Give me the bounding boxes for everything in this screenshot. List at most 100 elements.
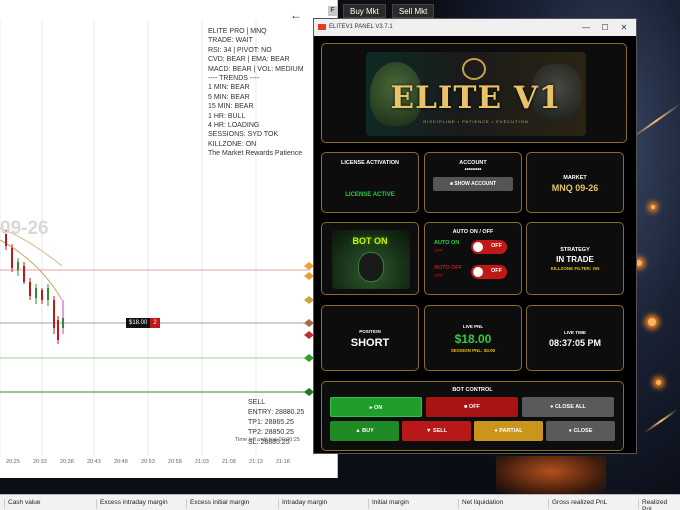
info-line: ELITE PRO | MNQ: [208, 28, 267, 35]
indicator-info: ELITE PRO | MNQ TRADE: WAIT RSI: 34 | PIVO…: [208, 27, 304, 158]
info-line: SESSIONS: SYD TOK: [208, 131, 279, 139]
time-title: LIVE TIME: [563, 330, 586, 335]
toggle-state: OFF: [491, 268, 502, 274]
position-qty: 2: [150, 318, 160, 328]
auto-off-sub: OFF: [434, 273, 443, 278]
bot-control-card: BOT CONTROL ▸ ON ■ OFF ● CLOSE ALL ▲ BUY…: [321, 381, 624, 451]
bar-timer: Time left until bar 00:00:25: [235, 437, 300, 443]
account-title: ACCOUNT: [459, 160, 487, 166]
market-value: MNQ 09-26: [551, 183, 599, 193]
off-button[interactable]: ■ OFF: [426, 397, 518, 417]
strategy-sub: KILLZONE FILTER: ON: [550, 266, 600, 271]
info-line: 1 HR: BULL: [208, 112, 246, 120]
account-masked: ••••••••: [464, 167, 482, 173]
auto-off-toggle[interactable]: OFF: [471, 265, 507, 279]
close-all-button[interactable]: ● CLOSE ALL: [522, 397, 614, 417]
toggle-knob: [473, 267, 483, 277]
sell-market-button[interactable]: Sell Mkt: [391, 4, 435, 18]
reaper-icon: [358, 252, 384, 282]
time-card: LIVE TIME 08:37:05 PM: [526, 305, 624, 371]
info-line: The Market Rewards Patience: [208, 150, 303, 158]
position-price: $18.00: [126, 318, 151, 328]
order-line: ENTRY: 28880.25: [248, 409, 305, 416]
strategy-value: IN TRADE: [556, 255, 594, 264]
status-cell: Cash value: [4, 499, 41, 509]
position-title: POSITION: [359, 329, 381, 334]
time-tick-label: 20:48: [114, 459, 128, 465]
time-tick-label: 21:18: [276, 459, 290, 465]
info-line: 4 HR: LOADING: [208, 121, 260, 129]
time-tick-label: 20:58: [168, 459, 182, 465]
auto-on-label: AUTO ON: [434, 240, 460, 246]
partial-button[interactable]: ● PARTIAL: [474, 421, 543, 441]
status-cell: Excess initial margin: [186, 499, 249, 509]
buy-button[interactable]: ▲ BUY: [330, 421, 399, 441]
brand-banner: ELITE V1 DISCIPLINE • PATIENCE • EXECUTI…: [321, 43, 627, 143]
pnl-card: LIVE PNL $18.00 SESSION PNL: $0.00: [424, 305, 522, 371]
bot-control-title: BOT CONTROL: [452, 387, 493, 393]
status-cell: Excess intraday margin: [96, 499, 168, 509]
auto-title: AUTO ON / OFF: [452, 229, 494, 235]
info-line: RSI: 34 | PIVOT: NO: [208, 46, 272, 54]
on-button[interactable]: ▸ ON: [330, 397, 422, 417]
status-cell: Gross realized PnL: [548, 499, 607, 509]
order-toolbar: F Buy Mkt Sell Mkt: [328, 4, 435, 18]
info-line: KILLZONE: ON: [208, 140, 257, 148]
character-art: [496, 456, 606, 494]
time-tick-label: 20:43: [87, 459, 101, 465]
f-key-button[interactable]: F: [328, 6, 337, 16]
license-status: LICENSE ACTIVE: [345, 192, 395, 198]
strategy-card: STRATEGY IN TRADE KILLZONE FILTER: ON: [526, 222, 624, 295]
account-status-bar: Cash value Excess intraday margin Excess i…: [0, 494, 680, 510]
close-icon[interactable]: ✕: [614, 19, 634, 36]
toggle-knob: [473, 242, 483, 252]
license-title: LICENSE ACTIVATION: [341, 160, 399, 166]
status-cell: Realized PnL: [638, 499, 680, 510]
time-tick-label: 21:13: [249, 459, 263, 465]
info-line: 1 MIN: BEAR: [208, 84, 250, 92]
market-card: MARKET MNQ 09-26: [526, 152, 624, 213]
time-tick-label: 20:33: [33, 459, 47, 465]
pnl-value: $18.00: [454, 332, 492, 346]
time-tick-label: 21:03: [195, 459, 209, 465]
bot-status-card: BOT ON: [321, 222, 419, 295]
bot-status-label: BOT ON: [352, 236, 388, 246]
strategy-title: STRATEGY: [560, 247, 590, 253]
info-line: TRADE: WAIT: [208, 37, 253, 45]
position-value: SHORT: [350, 337, 390, 349]
pnl-title: LIVE PNL: [462, 324, 484, 329]
brand-tagline: DISCIPLINE • PATIENCE • EXECUTION: [423, 119, 529, 124]
candles: [5, 230, 64, 344]
panel-title: ELITEV1 PANEL V3.7.1: [329, 24, 393, 30]
crown-emblem-icon: [462, 58, 486, 80]
sell-button[interactable]: ▼ SELL: [402, 421, 471, 441]
auto-card: AUTO ON / OFF AUTO ON OFF OFF AUTO OFF O…: [424, 222, 522, 295]
buy-market-button[interactable]: Buy Mkt: [343, 4, 386, 18]
license-card: LICENSE ACTIVATION LICENSE ACTIVE: [321, 152, 419, 213]
toggle-state: OFF: [491, 243, 502, 249]
price-chart[interactable]: 09-26 ELITE PRO | MNQ TRADE: WAIT RSI: 34 …: [0, 0, 338, 478]
instrument-watermark: 09-26: [0, 218, 49, 239]
info-line: MACD: BEAR | VOL: MEDIUM: [208, 65, 304, 73]
minimize-icon[interactable]: —: [576, 19, 596, 36]
order-line: TP1: 28865.25: [248, 419, 294, 426]
panel-titlebar[interactable]: ELITEV1 PANEL V3.7.1 — ☐ ✕: [314, 19, 636, 36]
screen: 09-26 ELITE PRO | MNQ TRADE: WAIT RSI: 34 …: [0, 0, 680, 510]
status-cell: Intraday margin: [278, 499, 327, 509]
account-card: ACCOUNT •••••••• ■ SHOW ACCOUNT: [424, 152, 522, 213]
maximize-icon[interactable]: ☐: [595, 19, 615, 36]
show-account-button[interactable]: ■ SHOW ACCOUNT: [433, 177, 513, 191]
market-title: MARKET: [563, 175, 587, 181]
close-button[interactable]: ● CLOSE: [546, 421, 615, 441]
auto-off-label: AUTO OFF: [434, 265, 463, 271]
auto-on-toggle[interactable]: OFF: [471, 240, 507, 254]
position-tag[interactable]: $18.00 2: [126, 318, 160, 328]
back-arrow-icon[interactable]: ←: [290, 8, 302, 22]
time-tick-label: 20:25: [6, 459, 20, 465]
brand-art: ELITE V1 DISCIPLINE • PATIENCE • EXECUTI…: [366, 52, 586, 136]
time-tick-label: 21:08: [222, 459, 236, 465]
time-tick-label: 20:38: [60, 459, 74, 465]
status-cell: Net liquidation: [458, 499, 503, 509]
brand-logo-text: ELITE V1: [390, 80, 562, 116]
info-line: 15 MIN: BEAR: [208, 103, 254, 111]
